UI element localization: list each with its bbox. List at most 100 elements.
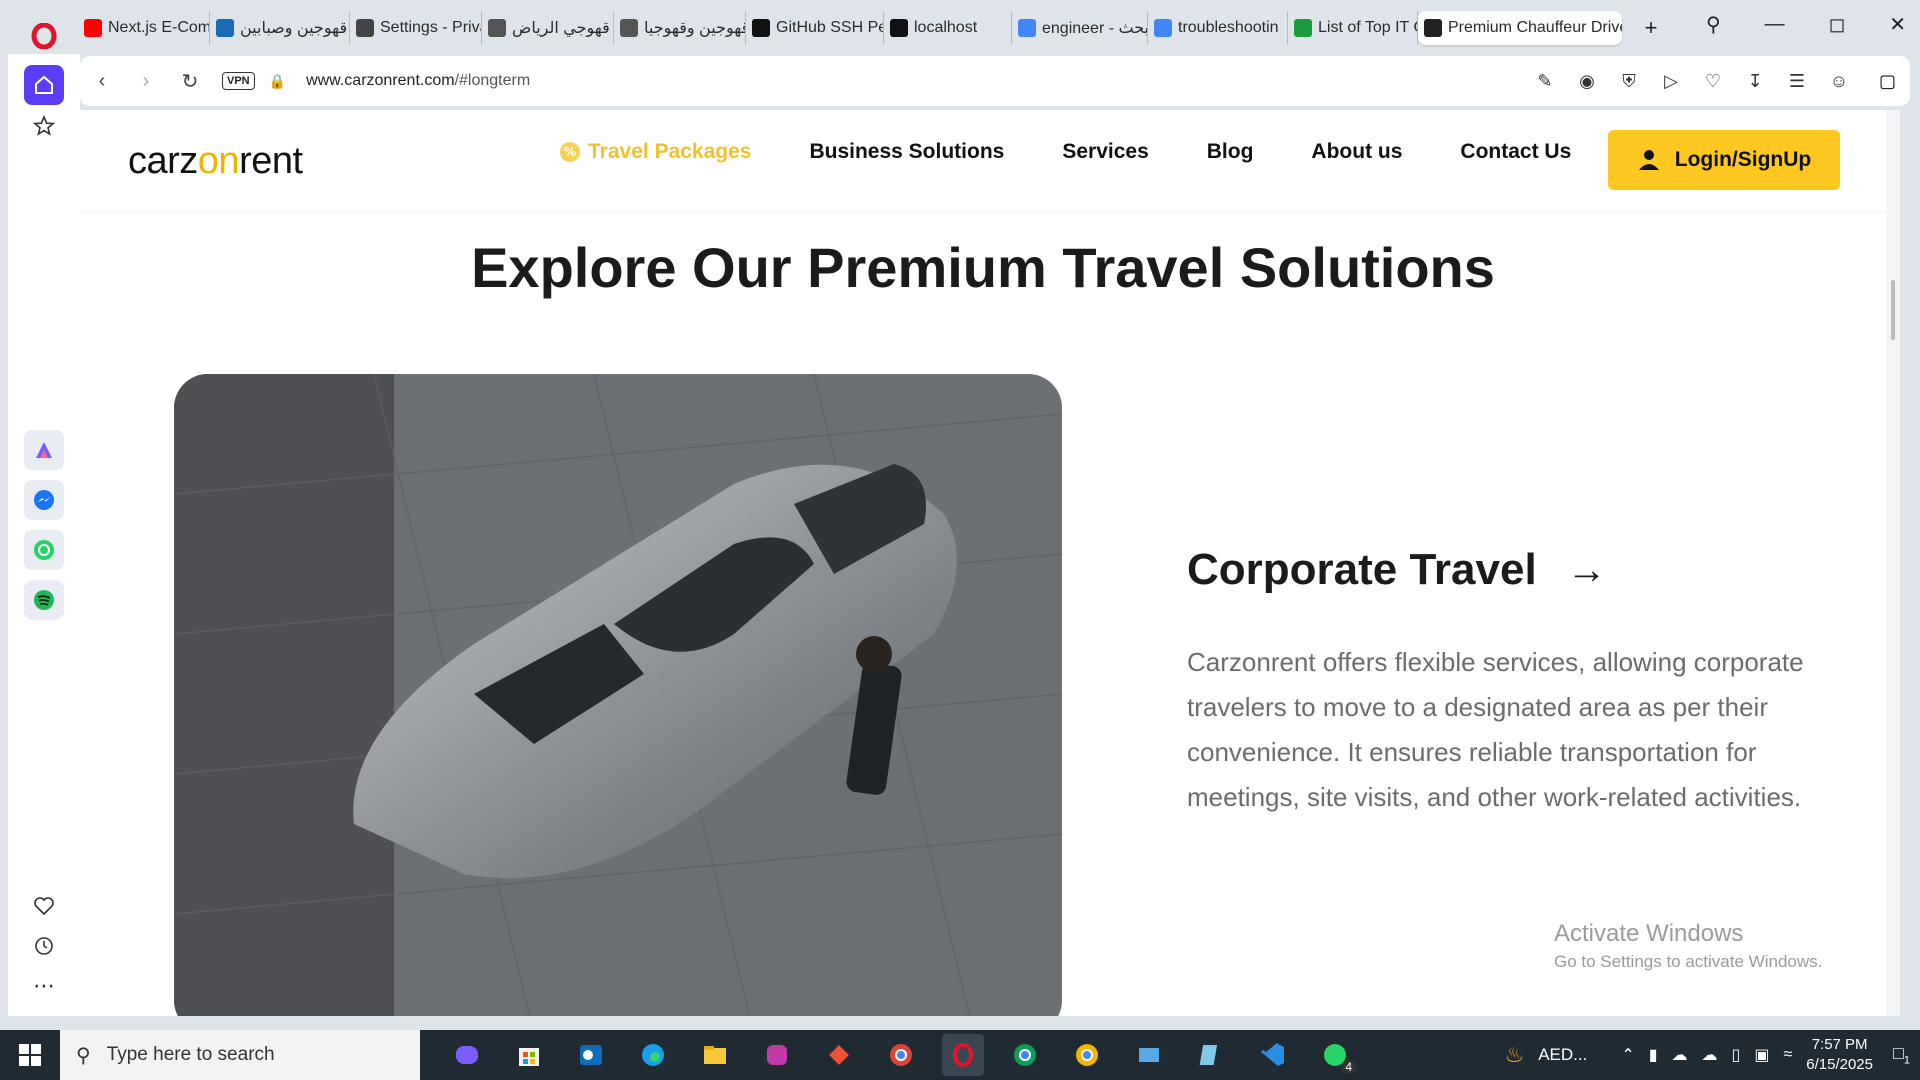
- browser-tab[interactable]: Next.js E-Comm: [78, 11, 210, 45]
- shield-icon[interactable]: ⛨: [1618, 71, 1640, 92]
- page-viewport: carzonrent % Travel Packages Business So…: [80, 110, 1900, 1016]
- home-icon[interactable]: [24, 65, 64, 105]
- watermark-line-2: Go to Settings to activate Windows.: [1554, 952, 1823, 971]
- vscode-icon[interactable]: [1252, 1034, 1294, 1076]
- m365-icon[interactable]: [756, 1034, 798, 1076]
- taskbar-apps: 4: [446, 1034, 1356, 1076]
- login-signup-button[interactable]: Login/SignUp: [1608, 130, 1840, 190]
- aria-ai-icon[interactable]: [24, 430, 64, 470]
- minimize-icon[interactable]: —: [1765, 13, 1785, 36]
- whatsapp-icon[interactable]: [24, 530, 64, 570]
- tray-currency-text[interactable]: AED...: [1538, 1045, 1587, 1065]
- edit-icon[interactable]: ✎: [1534, 71, 1556, 92]
- youtube-icon: [84, 19, 102, 37]
- wifi-icon[interactable]: ≈: [1783, 1046, 1792, 1064]
- arrow-right-icon[interactable]: →: [1567, 548, 1607, 593]
- notification-count: 1: [1903, 1054, 1910, 1067]
- battery-icon[interactable]: ▮: [1649, 1045, 1658, 1065]
- git-icon[interactable]: [818, 1034, 860, 1076]
- chrome-icon-2[interactable]: [1004, 1034, 1046, 1076]
- corporate-travel-heading[interactable]: Corporate Travel →: [1187, 545, 1607, 595]
- browser-tab-title: Premium Chauffeur Drive: [1448, 19, 1622, 36]
- new-tab-icon[interactable]: +: [1636, 13, 1666, 43]
- windows-start-icon[interactable]: [0, 1030, 60, 1080]
- url-field[interactable]: www.carzonrent.com/#longterm: [306, 72, 530, 90]
- lock-icon[interactable]: 🔒: [269, 73, 286, 90]
- extensions-cube-icon[interactable]: ▢: [1879, 71, 1896, 92]
- menu-blog[interactable]: Blog: [1207, 140, 1254, 164]
- reload-icon[interactable]: ↻: [168, 69, 212, 94]
- phone-icon[interactable]: ▯: [1732, 1045, 1741, 1065]
- whatsapp-taskbar-icon[interactable]: 4: [1314, 1034, 1356, 1076]
- onedrive-icon[interactable]: ☁: [1702, 1045, 1718, 1065]
- outlook-icon[interactable]: [570, 1034, 612, 1076]
- copilot-icon[interactable]: [446, 1034, 488, 1076]
- notifications-icon[interactable]: □1: [1893, 1043, 1910, 1067]
- history-clock-icon[interactable]: [24, 926, 64, 966]
- forward-icon[interactable]: ›: [124, 70, 168, 93]
- menu-travel-packages[interactable]: % Travel Packages: [558, 140, 751, 164]
- browser-tab[interactable]: قهوجي الرياض: [482, 11, 614, 45]
- maximize-icon[interactable]: ◻: [1829, 12, 1846, 37]
- microsoft-store-icon[interactable]: [508, 1034, 550, 1076]
- messenger-icon[interactable]: [24, 480, 64, 520]
- favorites-heart-icon[interactable]: [24, 886, 64, 926]
- clock-date: 6/15/2025: [1806, 1056, 1873, 1073]
- language-icon[interactable]: ▣: [1754, 1045, 1769, 1065]
- carzonrent-logo[interactable]: carzonrent: [128, 140, 303, 183]
- site-icon: [1424, 19, 1442, 37]
- cloud-off-icon[interactable]: ☁: [1672, 1045, 1688, 1065]
- download-icon[interactable]: ↧: [1744, 71, 1766, 92]
- browser-tab[interactable]: قهوجين وصبابين: [210, 11, 350, 45]
- back-icon[interactable]: ‹: [80, 70, 124, 93]
- notepad-icon[interactable]: [1190, 1034, 1232, 1076]
- tab-search-icon[interactable]: ⚲: [1706, 12, 1721, 37]
- heart-icon[interactable]: ♡: [1702, 71, 1724, 92]
- profile-icon[interactable]: ☺: [1828, 71, 1850, 92]
- browser-tab[interactable]: engineer - بحث: [1012, 11, 1148, 45]
- openai-icon: [752, 19, 770, 37]
- browser-tab[interactable]: قهوجين وقهوجيا: [614, 11, 746, 45]
- more-options-icon[interactable]: ⋯: [24, 966, 64, 1006]
- site-header: carzonrent % Travel Packages Business So…: [80, 110, 1886, 210]
- opera-taskbar-icon[interactable]: [942, 1034, 984, 1076]
- browser-tab[interactable]: Premium Chauffeur Drive: [1418, 11, 1622, 45]
- address-bar: ‹ › ↻ VPN 🔒 www.carzonrent.com/#longterm…: [80, 56, 1910, 106]
- watermark-line-1: Activate Windows: [1554, 920, 1744, 947]
- browser-tab[interactable]: troubleshootin: [1148, 11, 1288, 45]
- percent-badge-icon: %: [560, 142, 580, 162]
- easy-setup-icon[interactable]: ☰: [1786, 71, 1808, 92]
- close-icon[interactable]: ✕: [1889, 12, 1906, 37]
- weather-icon[interactable]: ♨: [1504, 1042, 1524, 1068]
- chrome-icon-3[interactable]: [1066, 1034, 1108, 1076]
- send-icon[interactable]: ▷: [1660, 71, 1682, 92]
- vpn-badge[interactable]: VPN: [222, 72, 255, 90]
- menu-about-us[interactable]: About us: [1311, 140, 1402, 164]
- control-panel-icon[interactable]: [1128, 1034, 1170, 1076]
- browser-tab[interactable]: localhost: [884, 11, 1012, 45]
- menu-business-solutions[interactable]: Business Solutions: [809, 140, 1004, 164]
- menu-contact-us[interactable]: Contact Us: [1460, 140, 1571, 164]
- speed-dial-star-icon[interactable]: [24, 106, 64, 146]
- camera-icon[interactable]: ◉: [1576, 71, 1598, 92]
- browser-tab[interactable]: GitHub SSH Pe: [746, 11, 884, 45]
- menu-services[interactable]: Services: [1062, 140, 1148, 164]
- chevron-up-icon[interactable]: ⌃: [1621, 1045, 1634, 1065]
- spotify-icon[interactable]: [24, 580, 64, 620]
- browser-tab[interactable]: Settings - Priva: [350, 11, 482, 45]
- activate-windows-watermark: Activate Windows Go to Settings to activ…: [1554, 920, 1822, 972]
- edge-icon[interactable]: [632, 1034, 674, 1076]
- search-icon: ⚲: [76, 1044, 91, 1067]
- opera-logo-icon[interactable]: [26, 18, 62, 54]
- browser-tab-title: List of Top IT C: [1318, 19, 1418, 36]
- chrome-icon[interactable]: [880, 1034, 922, 1076]
- browser-window: Next.js E-Comm قهوجين وصبابين Settings - P…: [0, 0, 1920, 1030]
- taskbar-search-box[interactable]: ⚲ Type here to search: [60, 1030, 420, 1080]
- page-scrollbar[interactable]: [1886, 110, 1900, 1016]
- file-explorer-icon[interactable]: [694, 1034, 736, 1076]
- browser-tab[interactable]: List of Top IT C: [1288, 11, 1418, 45]
- scrollbar-thumb[interactable]: [1891, 280, 1895, 340]
- site-icon: [216, 19, 234, 37]
- taskbar-clock[interactable]: 7:57 PM 6/15/2025: [1806, 1035, 1873, 1075]
- browser-tab-title: Settings - Priva: [380, 19, 482, 36]
